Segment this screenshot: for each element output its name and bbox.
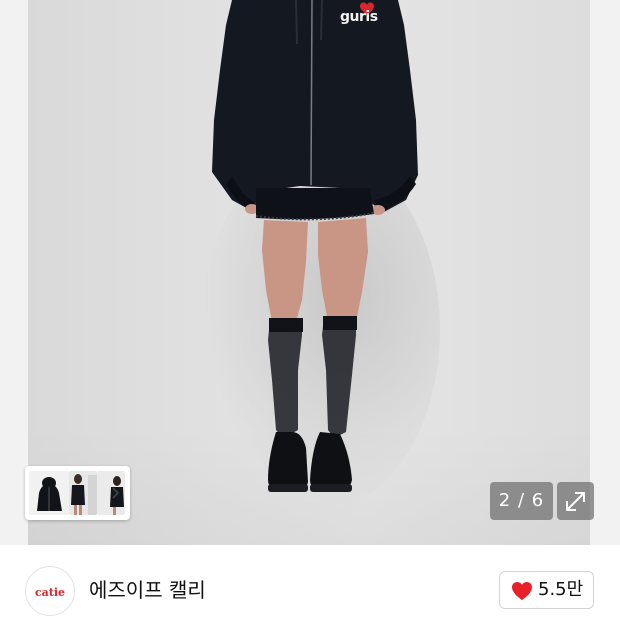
page-counter: 2 / 6 <box>490 482 553 520</box>
thumbnail-2[interactable] <box>69 471 97 515</box>
product-photo <box>212 0 418 492</box>
chevron-right-icon[interactable] <box>109 483 123 503</box>
seller-logo: catie <box>34 586 66 599</box>
like-button[interactable]: 5.5만 <box>499 571 594 609</box>
thumbnail-strip[interactable] <box>25 466 130 520</box>
hoodie-print-text: guris <box>340 9 378 25</box>
thumbnail-1[interactable] <box>29 471 69 515</box>
heart-icon <box>512 582 532 600</box>
expand-button[interactable] <box>557 482 594 520</box>
seller-avatar[interactable]: catie <box>25 566 75 616</box>
like-count: 5.5만 <box>538 579 584 600</box>
seller-name[interactable]: 에즈이프 캘리 <box>89 575 206 605</box>
expand-icon <box>566 492 585 511</box>
product-image-viewer[interactable]: guris 2 / 6 <box>0 0 620 545</box>
